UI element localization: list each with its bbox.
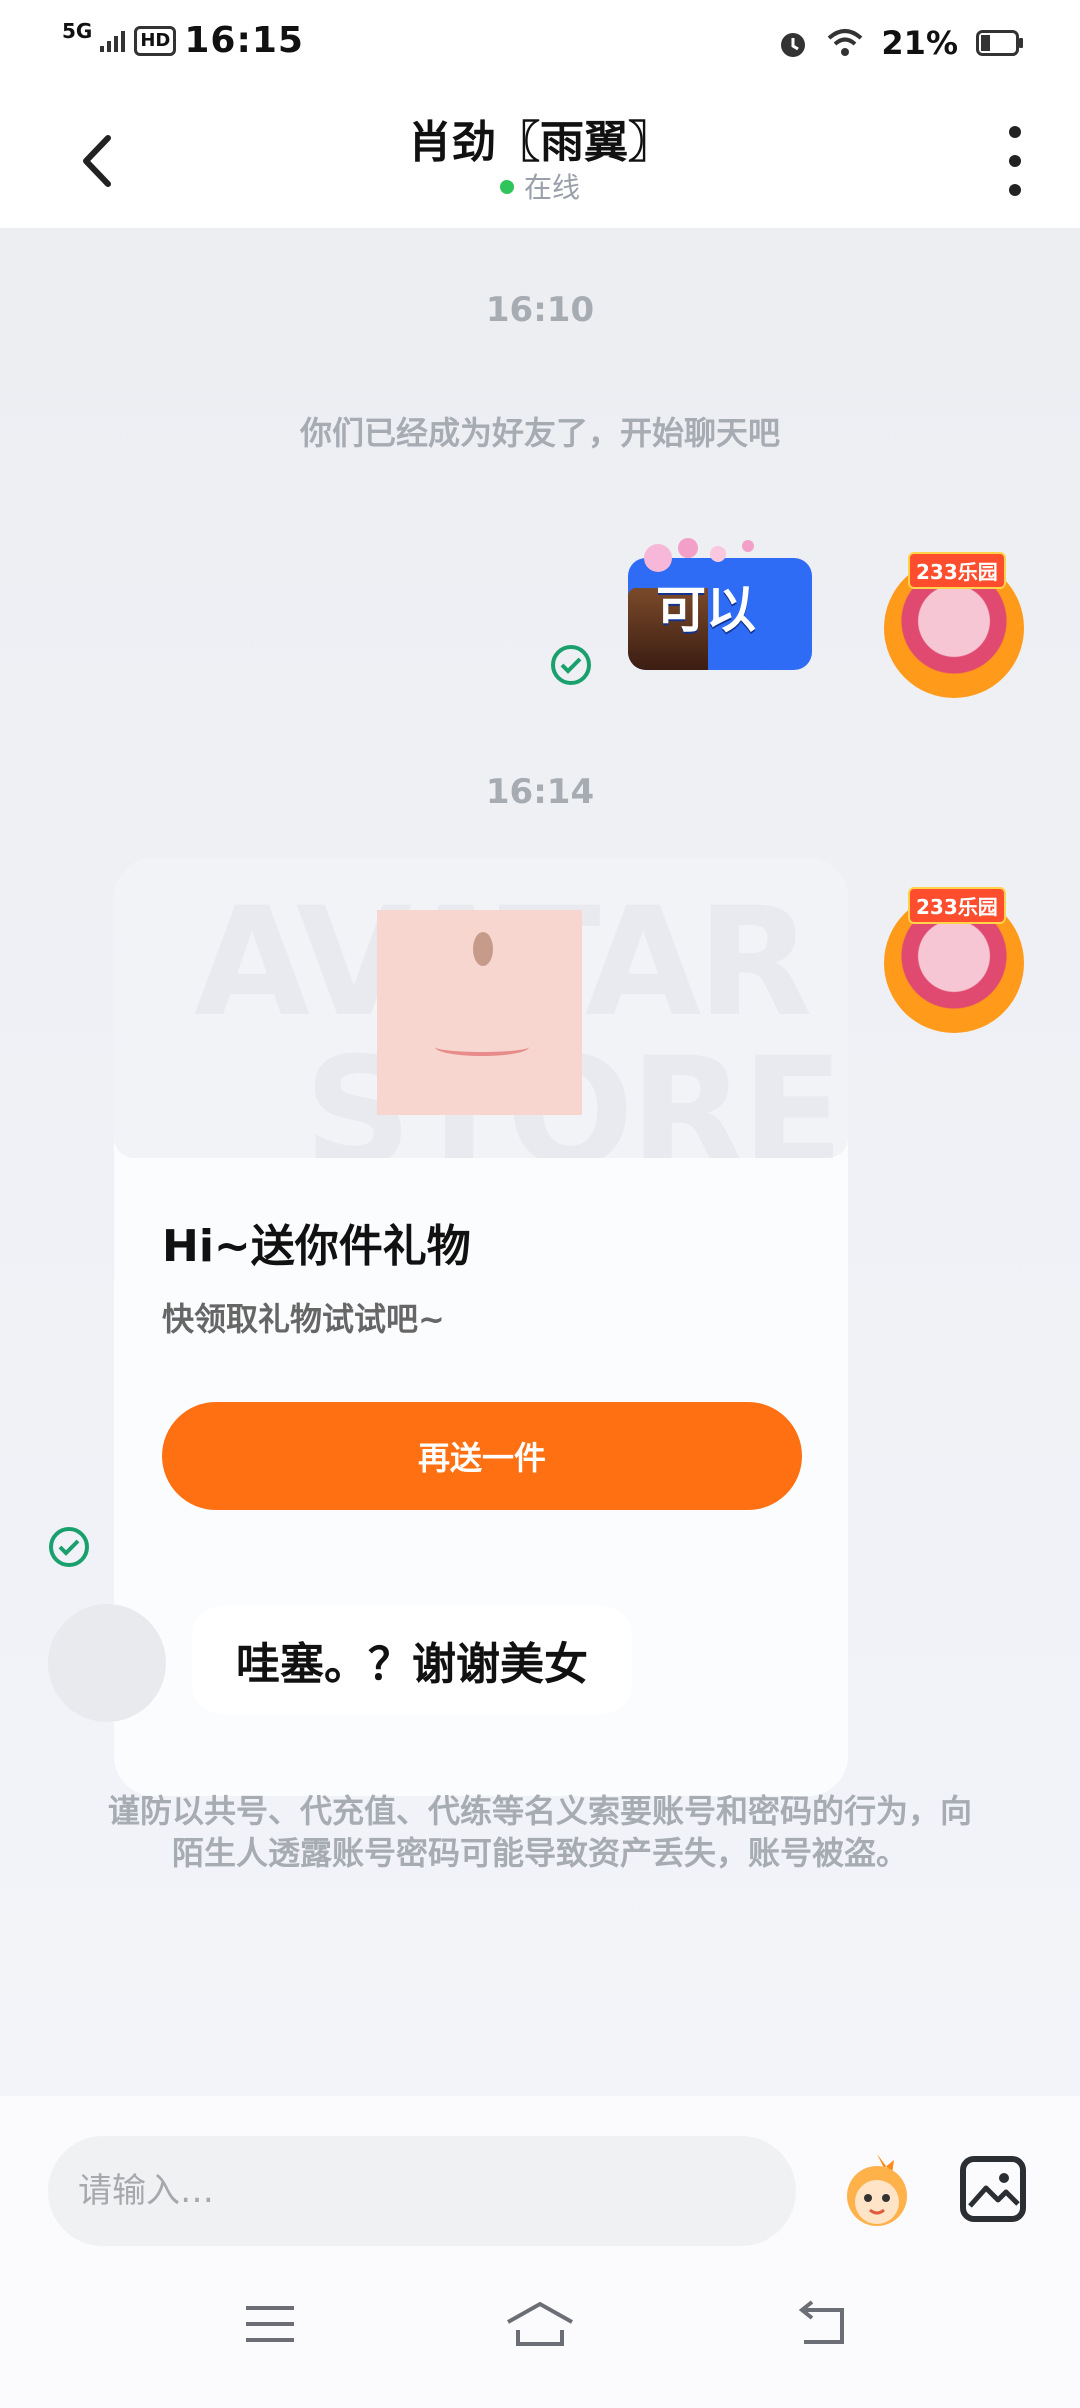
status-right: 21%	[777, 24, 1024, 62]
home-icon[interactable]	[504, 2298, 576, 2350]
alarm-icon	[781, 33, 806, 57]
send-again-button[interactable]: 再送一件	[162, 1402, 802, 1510]
message-input[interactable]	[48, 2136, 796, 2246]
sticker-text: 可以	[656, 581, 756, 639]
image-icon	[968, 2173, 1020, 2208]
timestamp: 16:14	[485, 772, 595, 812]
more-button[interactable]	[1000, 126, 1030, 196]
battery-percent: 21%	[881, 24, 958, 62]
network-indicator: 5G	[62, 18, 93, 43]
menu-icon[interactable]	[240, 2298, 300, 2350]
contact-name: 肖劲〖雨翼〗	[408, 117, 672, 168]
received-message[interactable]: 哇塞。？谢谢美女	[192, 1606, 632, 1714]
emoji-button[interactable]	[832, 2150, 922, 2230]
return-icon[interactable]	[790, 2298, 850, 2350]
wifi-icon	[828, 29, 863, 56]
my-avatar[interactable]: 233乐园	[884, 887, 1024, 1033]
my-avatar[interactable]: 233乐园	[884, 552, 1024, 698]
gift-card-subtitle: 快领取礼物试试吧~	[162, 1300, 445, 1338]
avatar-badge: 233乐园	[908, 552, 1006, 589]
more-icon-dot	[1009, 126, 1021, 138]
battery-icon	[976, 30, 1023, 56]
sticker-message[interactable]: 可以	[628, 528, 828, 670]
face-mark	[473, 932, 493, 966]
security-warning: 谨防以共号、代充值、代练等名义索要账号和密码的行为，向陌生人透露账号密码可能导致…	[107, 1792, 972, 1872]
more-icon-dot	[1009, 184, 1021, 196]
status-bar: 5G HD 16:15 21%	[0, 0, 1080, 86]
input-bar	[0, 2096, 1080, 2250]
gift-card-image: AVATARSTORE	[114, 858, 848, 1158]
system-nav-bar	[0, 2250, 1080, 2408]
system-message: 你们已经成为好友了，开始聊天吧	[299, 414, 780, 452]
timestamp: 16:10	[485, 290, 595, 330]
clock: 16:15	[184, 20, 304, 61]
avatar-badge: 233乐园	[908, 887, 1006, 924]
image-button[interactable]	[960, 2156, 1026, 2222]
emoji-icon	[847, 2154, 907, 2226]
gift-item-image	[377, 910, 582, 1115]
more-icon-dot	[1009, 155, 1021, 167]
contact-avatar[interactable]	[48, 1604, 166, 1722]
check-icon	[551, 645, 591, 685]
chat-area[interactable]: 16:10 你们已经成为好友了，开始聊天吧 可以 233乐园 16:14 AVA…	[0, 228, 1080, 2096]
online-dot-icon	[499, 180, 514, 194]
online-label: 在线	[523, 171, 580, 204]
online-status: 在线	[0, 166, 1080, 206]
check-icon	[49, 1527, 89, 1567]
signal-icon	[100, 30, 126, 52]
status-left: 5G HD 16:15	[62, 20, 304, 61]
face-lips	[435, 1038, 529, 1056]
chat-header: 肖劲〖雨翼〗 在线	[0, 86, 1080, 228]
gift-card-title: Hi~送你件礼物	[162, 1221, 471, 1272]
hd-badge: HD	[134, 25, 177, 56]
